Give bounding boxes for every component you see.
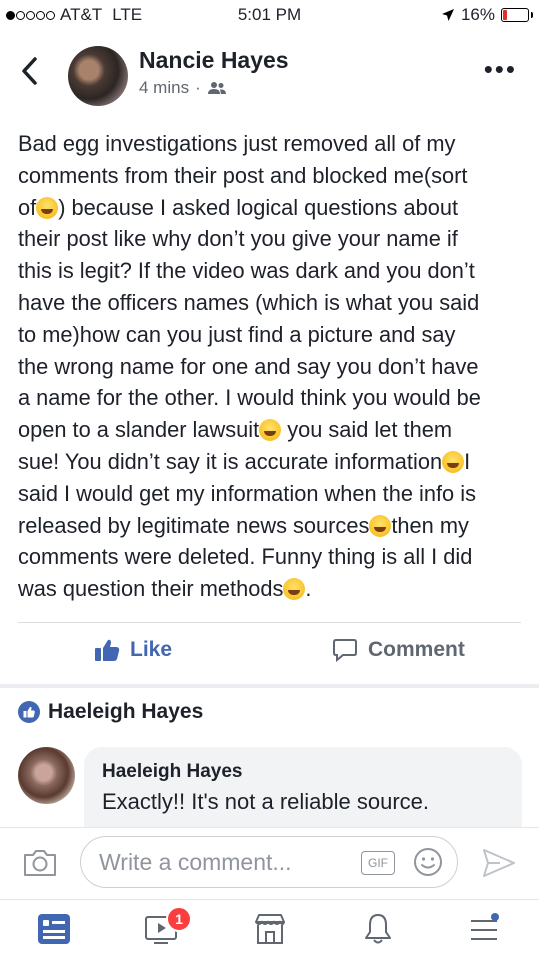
post-line: this is legit? If the video was dark and… [18, 258, 475, 284]
bottom-tab-bar: 1 [0, 899, 539, 961]
tab-notifications[interactable] [360, 912, 396, 951]
tab-video[interactable]: 1 [144, 906, 192, 951]
post-line: a name for the other. I would think you … [18, 385, 481, 411]
post-text: Bad egg investigations just removed all … [18, 128, 520, 605]
comment-text: Exactly!! It's not a reliable source. [102, 789, 430, 814]
battery-icon [501, 8, 533, 22]
post-line: comments were deleted. Funny thing is al… [18, 544, 473, 570]
battery-percent: 16% [460, 5, 495, 24]
section-divider [0, 684, 539, 688]
post-line: Bad egg investigations just removed all … [18, 131, 456, 156]
tab-news-feed[interactable] [36, 912, 72, 951]
post-line: the wrong name for one and say you don’t… [18, 353, 479, 379]
comment-label: Comment [368, 638, 465, 661]
post-line: their post like why don’t you give your … [18, 226, 458, 252]
send-icon[interactable] [482, 848, 516, 878]
comment-bubble[interactable]: Haeleigh Hayes Exactly!! It's not a reli… [84, 747, 522, 833]
reactions-summary[interactable]: Haeleigh Hayes [18, 700, 203, 724]
commenter-avatar[interactable] [18, 747, 75, 804]
news-feed-icon [38, 914, 70, 944]
post-line: open to a slander lawsuit you said let t… [18, 417, 452, 443]
tab-menu[interactable] [466, 912, 502, 951]
post-line: sue! You didn’t say it is accurate infor… [18, 448, 471, 474]
gif-button[interactable]: GIF [361, 851, 395, 875]
sticker-smiley-icon[interactable] [413, 847, 443, 877]
comment-item: Haeleigh Hayes Exactly!! It's not a reli… [18, 745, 528, 833]
liker-name: Haeleigh Hayes [48, 700, 204, 723]
comment-composer: Write a comment... GIF [0, 827, 539, 900]
post-line: said I would get my information when the… [18, 480, 476, 506]
post-header: Nancie Hayes 4 mins · ••• [0, 38, 539, 118]
post-author-name[interactable]: Nancie Hayes [139, 47, 289, 74]
comment-placeholder: Write a comment... [99, 849, 292, 875]
post-line: have the officers names (which is what y… [18, 289, 480, 315]
post-line: released by legitimate news sources then … [18, 512, 469, 538]
comment-input[interactable]: Write a comment... GIF [80, 836, 458, 888]
smiling-emoji-icon [369, 514, 392, 537]
post-time[interactable]: 4 mins [139, 78, 189, 98]
like-label: Like [130, 638, 173, 661]
hamburger-menu-icon [471, 913, 499, 940]
tab-marketplace[interactable] [252, 912, 288, 951]
status-bar: AT&T LTE 5:01 PM 16% [0, 0, 539, 32]
location-arrow-icon [441, 9, 454, 21]
camera-icon[interactable] [22, 848, 58, 878]
bell-icon [365, 914, 391, 944]
post-actions: Like Comment [0, 630, 539, 674]
back-chevron-icon[interactable] [20, 56, 38, 92]
commenter-name[interactable]: Haeleigh Hayes [102, 761, 504, 783]
post-meta: 4 mins · [139, 78, 227, 98]
thinking-emoji-icon [259, 419, 282, 442]
tears-of-joy-emoji-icon [36, 196, 59, 219]
marketplace-shop-icon [255, 914, 285, 944]
winking-emoji-icon [442, 450, 465, 473]
meta-separator: · [195, 78, 201, 97]
like-button[interactable]: Like [94, 638, 172, 662]
comment-bubble-icon [333, 639, 357, 662]
video-notification-badge: 1 [166, 906, 192, 932]
comment-button[interactable]: Comment [332, 638, 465, 662]
tears-of-joy-emoji-icon [283, 578, 306, 601]
post-line: was question their methods. [18, 576, 312, 602]
author-avatar[interactable] [68, 46, 128, 106]
like-reaction-icon [18, 701, 40, 723]
divider [18, 622, 521, 623]
friends-audience-icon [207, 82, 226, 94]
post-line: comments from their post and blocked me(… [18, 162, 468, 188]
thumbs-up-icon [95, 639, 120, 661]
more-options-icon[interactable]: ••• [484, 54, 517, 85]
post-line: of) because I asked logical questions ab… [18, 194, 459, 220]
post-line: to me)how can you just find a picture an… [18, 321, 456, 347]
